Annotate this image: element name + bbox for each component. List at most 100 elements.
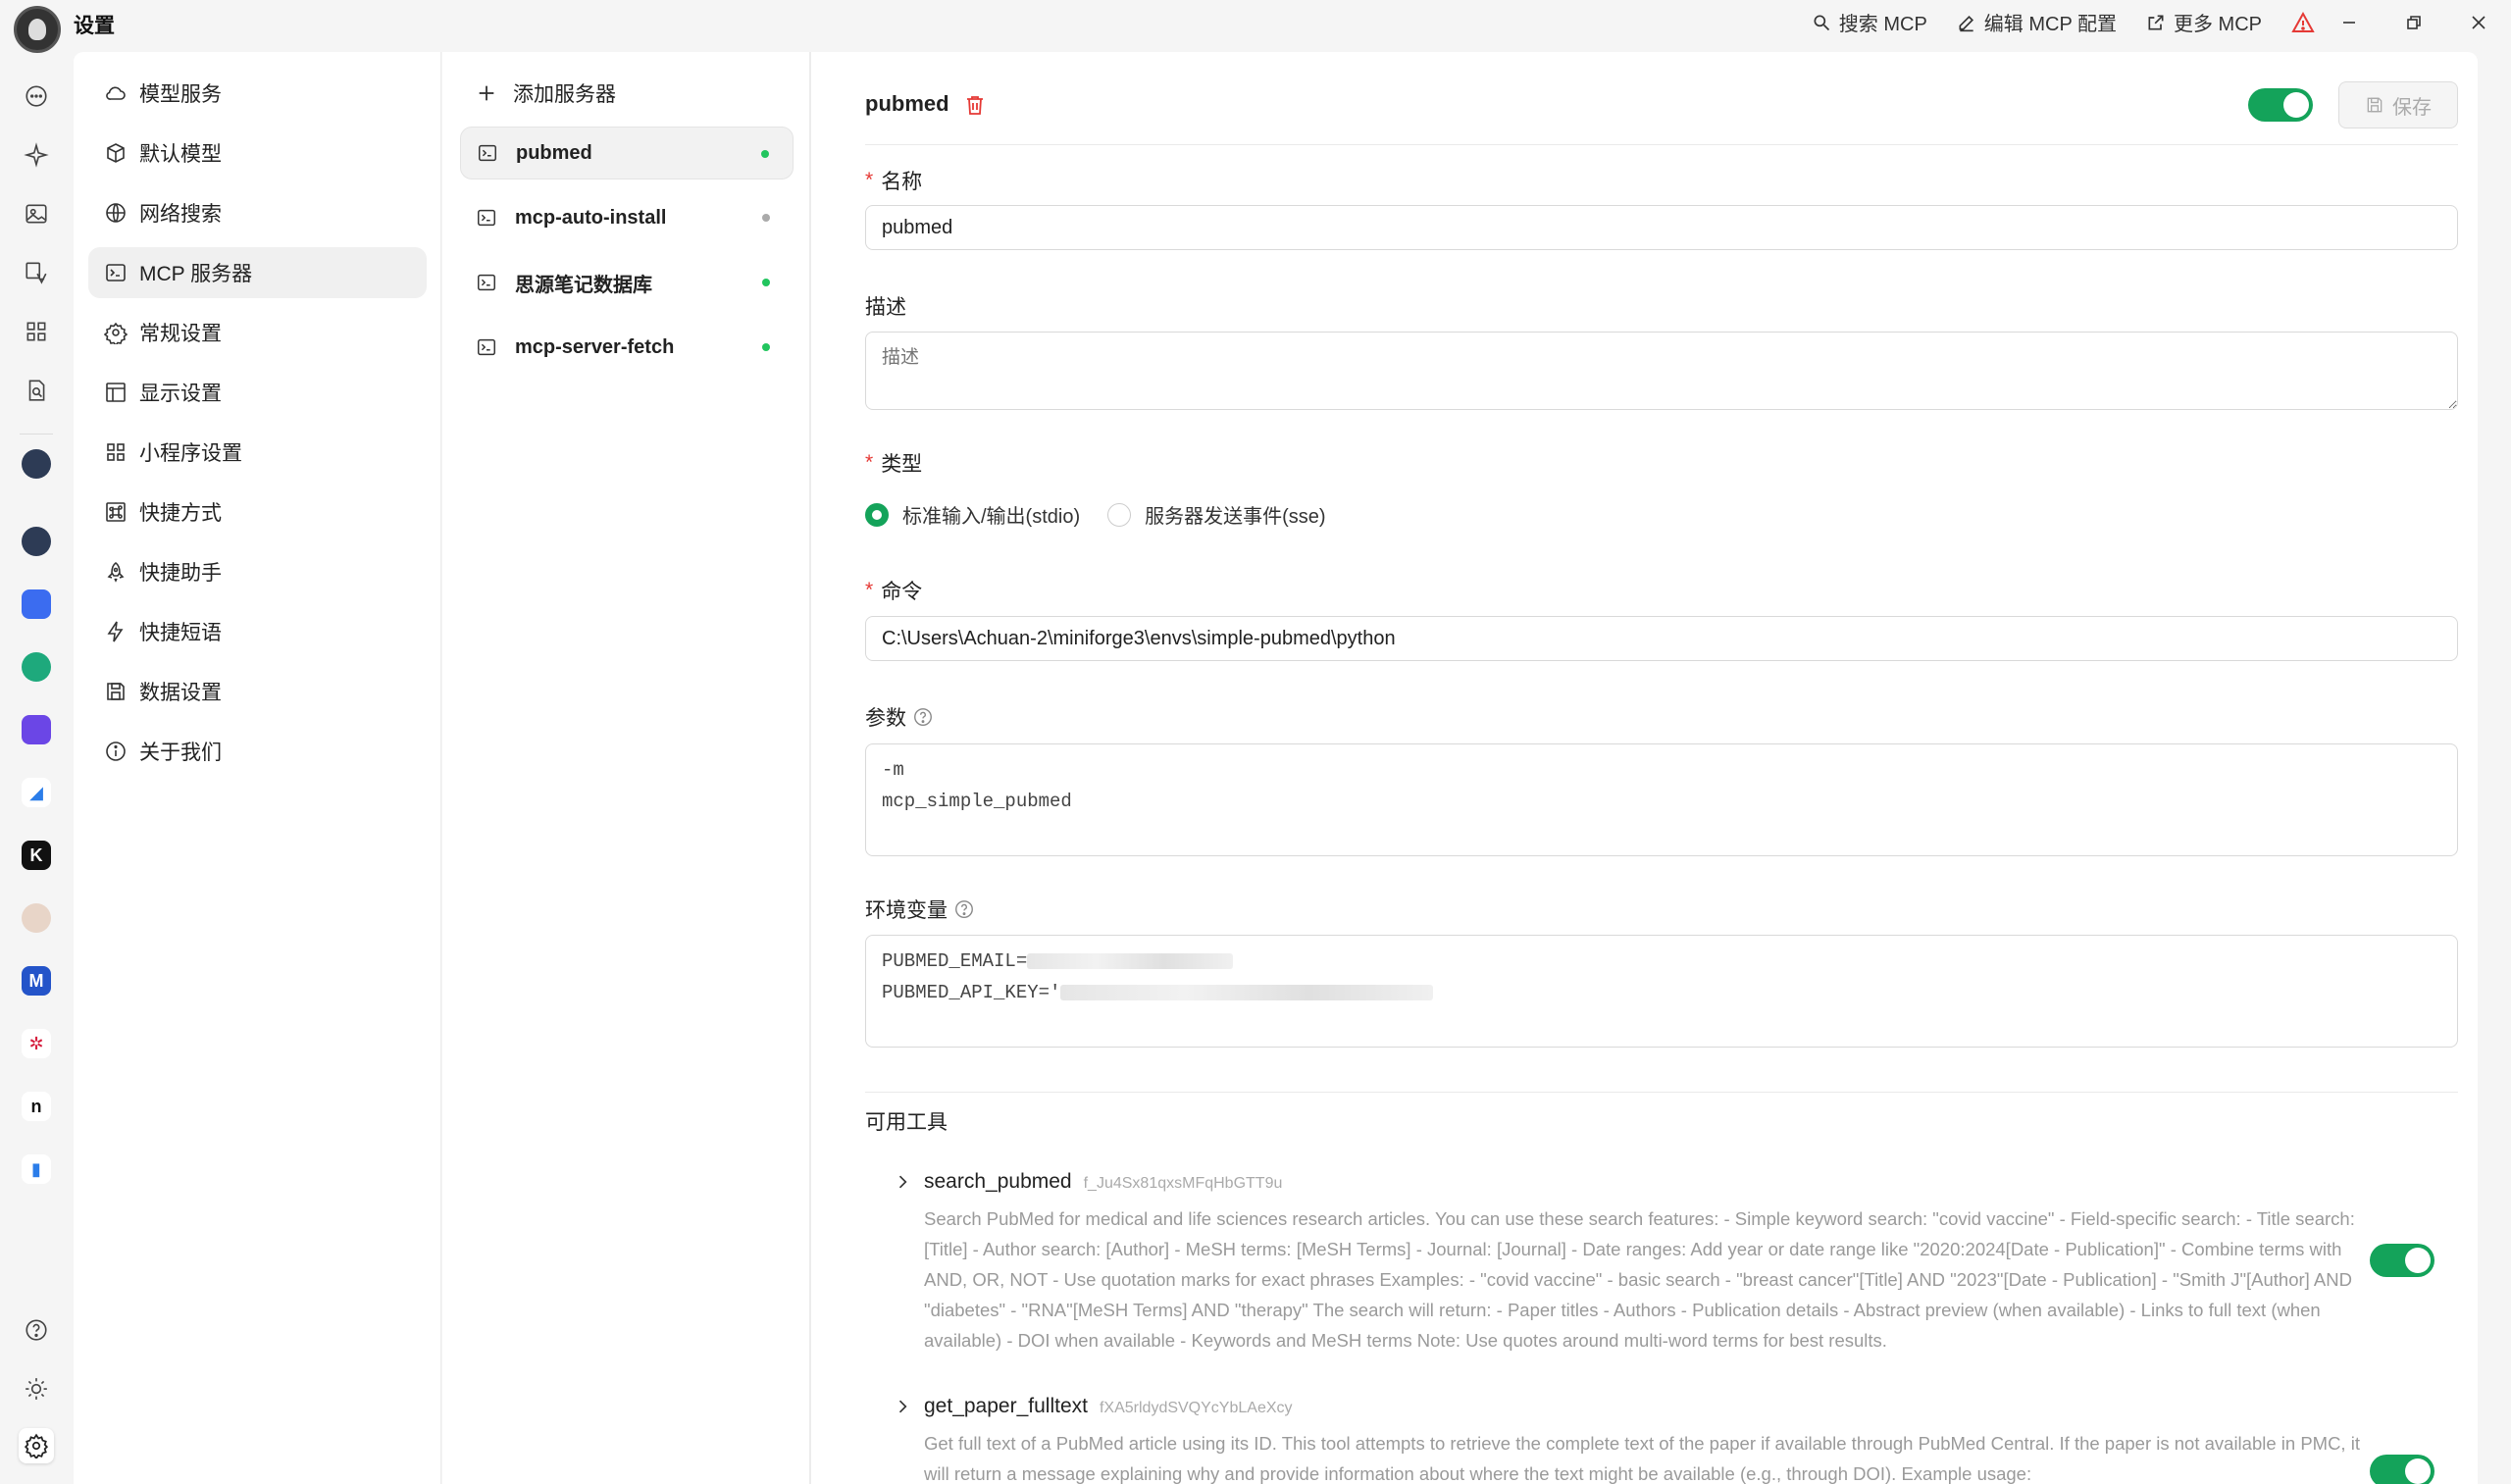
plus-icon bbox=[479, 85, 494, 101]
radio-sse[interactable] bbox=[1107, 502, 1132, 527]
sparkle-icon[interactable] bbox=[19, 137, 54, 173]
edit-mcp-config-label: 编辑 MCP 配置 bbox=[1983, 14, 2117, 35]
terminal-icon bbox=[479, 144, 496, 162]
help-icon[interactable] bbox=[19, 1312, 54, 1348]
status-dot bbox=[762, 343, 770, 351]
window-title: 设置 bbox=[74, 15, 115, 37]
app-9[interactable]: M bbox=[22, 966, 51, 996]
zap-icon bbox=[107, 621, 124, 642]
tool-toggle-get-paper-fulltext[interactable] bbox=[2370, 1455, 2434, 1484]
cube-icon bbox=[107, 143, 125, 163]
server-item-siyuan-notes[interactable]: 思源笔记数据库 bbox=[460, 256, 794, 309]
menu-item-miniapp-settings[interactable]: 小程序设置 bbox=[88, 427, 427, 478]
command-icon bbox=[106, 502, 126, 522]
chevron-right-icon[interactable] bbox=[893, 1172, 912, 1192]
trash-icon[interactable] bbox=[963, 93, 987, 117]
tool-search-pubmed: search_pubmed f_Ju4Sx81qxsMFqHbGTT9u Sea… bbox=[893, 1170, 2423, 1356]
menu-item-label: 快捷短语 bbox=[139, 622, 222, 644]
warning-icon[interactable] bbox=[2291, 11, 2315, 34]
args-input[interactable]: -m mcp_simple_pubmed bbox=[865, 743, 2458, 856]
command-input[interactable] bbox=[865, 616, 2458, 661]
server-name: mcp-auto-install bbox=[515, 206, 667, 229]
app-4[interactable] bbox=[22, 652, 51, 682]
menu-item-data-settings[interactable]: 数据设置 bbox=[88, 666, 427, 717]
args-line: -m bbox=[882, 759, 904, 781]
server-detail-panel: pubmed 保存 *名称 描述 *类型 标准输入/输出(stdio) 服务器发… bbox=[810, 52, 2478, 1484]
menu-item-general-settings[interactable]: 常规设置 bbox=[88, 307, 427, 358]
save-icon bbox=[2367, 97, 2383, 113]
edit-mcp-config-button[interactable]: 编辑 MCP 配置 bbox=[1957, 8, 2117, 36]
env-line: PUBMED_API_KEY=' bbox=[882, 977, 2441, 1008]
menu-item-model-service[interactable]: 模型服务 bbox=[88, 68, 427, 119]
menu-item-display-settings[interactable]: 显示设置 bbox=[88, 367, 427, 418]
add-server-label: 添加服务器 bbox=[513, 83, 616, 106]
app-5[interactable] bbox=[22, 715, 51, 744]
app-10[interactable]: ✲ bbox=[22, 1029, 51, 1058]
close-button[interactable] bbox=[2446, 0, 2511, 45]
assistant-app-1[interactable] bbox=[22, 449, 51, 479]
args-line: mcp_simple_pubmed bbox=[882, 791, 1072, 812]
app-12[interactable]: ▮ bbox=[22, 1154, 51, 1184]
menu-item-label: 数据设置 bbox=[139, 682, 222, 704]
radio-stdio[interactable] bbox=[865, 502, 889, 527]
menu-item-mcp-servers[interactable]: MCP 服务器 bbox=[88, 247, 427, 298]
window-controls bbox=[2317, 0, 2511, 45]
description-input[interactable] bbox=[865, 332, 2458, 410]
save-button[interactable]: 保存 bbox=[2338, 81, 2458, 128]
menu-item-default-model[interactable]: 默认模型 bbox=[88, 128, 427, 179]
app-8[interactable] bbox=[22, 903, 51, 933]
more-mcp-label: 更多 MCP bbox=[2174, 14, 2262, 35]
server-name: mcp-server-fetch bbox=[515, 335, 675, 358]
restore-icon bbox=[2407, 16, 2421, 29]
tools-divider bbox=[865, 1092, 2458, 1093]
header-divider bbox=[865, 144, 2458, 145]
menu-item-about[interactable]: 关于我们 bbox=[88, 726, 427, 777]
menu-item-web-search[interactable]: 网络搜索 bbox=[88, 187, 427, 238]
terminal-icon bbox=[478, 274, 495, 291]
translate-icon[interactable] bbox=[19, 255, 54, 290]
chevron-right-icon[interactable] bbox=[893, 1397, 912, 1416]
app-7[interactable]: K bbox=[22, 841, 51, 870]
search-mcp-button[interactable]: 搜索 MCP bbox=[1812, 8, 1927, 36]
terminal-icon bbox=[478, 209, 495, 227]
add-server-button[interactable]: 添加服务器 bbox=[460, 68, 794, 119]
rocket-icon bbox=[107, 562, 125, 583]
assistant-app-2[interactable] bbox=[22, 527, 51, 556]
title-bar: 设置 搜索 MCP 编辑 MCP 配置 更多 MCP bbox=[0, 0, 2511, 53]
more-mcp-button[interactable]: 更多 MCP bbox=[2146, 8, 2262, 36]
layout-icon bbox=[106, 383, 126, 402]
sun-icon[interactable] bbox=[19, 1371, 54, 1407]
menu-item-label: 默认模型 bbox=[139, 143, 222, 166]
image-icon[interactable] bbox=[19, 196, 54, 231]
app-11[interactable]: n bbox=[22, 1092, 51, 1121]
help-icon[interactable] bbox=[912, 706, 934, 728]
menu-item-quick-phrases[interactable]: 快捷短语 bbox=[88, 606, 427, 657]
env-input[interactable]: PUBMED_EMAIL= PUBMED_API_KEY=' bbox=[865, 935, 2458, 1048]
tool-toggle-search-pubmed[interactable] bbox=[2370, 1244, 2434, 1277]
settings-icon[interactable] bbox=[19, 1428, 54, 1463]
app-3[interactable] bbox=[22, 589, 51, 619]
restore-button[interactable] bbox=[2382, 0, 2446, 45]
server-enabled-toggle[interactable] bbox=[2248, 88, 2313, 122]
chat-icon[interactable] bbox=[19, 78, 54, 114]
name-input[interactable] bbox=[865, 205, 2458, 250]
menu-item-label: 网络搜索 bbox=[139, 203, 222, 226]
server-item-mcp-server-fetch[interactable]: mcp-server-fetch bbox=[460, 321, 794, 374]
menu-item-quick-assistant[interactable]: 快捷助手 bbox=[88, 546, 427, 597]
server-list-panel: 添加服务器 pubmed mcp-auto-install 思源笔记数据库 mc… bbox=[442, 52, 810, 1484]
name-label: * 名称 bbox=[865, 169, 923, 193]
apps-grid-icon[interactable] bbox=[19, 314, 54, 349]
help-icon[interactable] bbox=[953, 898, 975, 920]
tool-description: Get full text of a PubMed article using … bbox=[924, 1433, 2360, 1484]
minimize-button[interactable] bbox=[2317, 0, 2382, 45]
server-item-mcp-auto-install[interactable]: mcp-auto-install bbox=[460, 191, 794, 244]
tools-title: 可用工具 bbox=[865, 1111, 948, 1134]
file-search-icon[interactable] bbox=[19, 373, 54, 408]
redacted-value bbox=[1060, 984, 1434, 1000]
terminal-icon bbox=[106, 264, 126, 281]
server-item-pubmed[interactable]: pubmed bbox=[460, 127, 794, 179]
radio-stdio-label: 标准输入/输出(stdio) bbox=[902, 506, 1081, 528]
tool-name: get_paper_fulltext bbox=[924, 1395, 1088, 1417]
menu-item-shortcuts[interactable]: 快捷方式 bbox=[88, 486, 427, 537]
app-6[interactable]: ◢ bbox=[22, 778, 51, 807]
